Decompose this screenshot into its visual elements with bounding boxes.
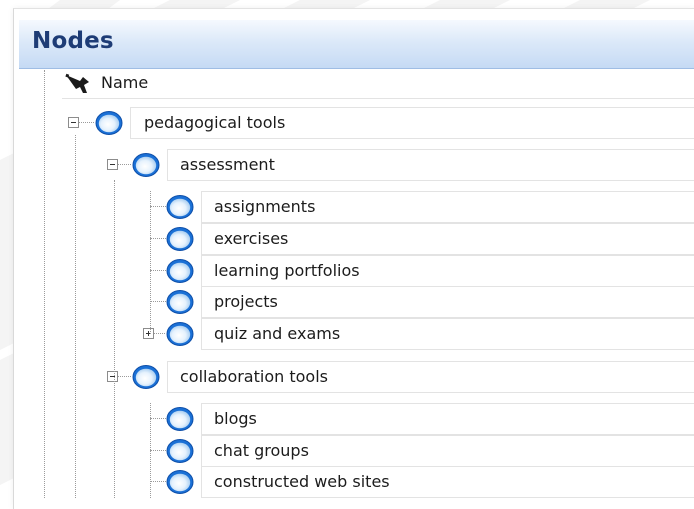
tree-node-row[interactable]: pedagogical tools: [130, 107, 694, 139]
blue-circle-icon: [166, 290, 194, 314]
blue-circle-icon: [166, 259, 194, 283]
blue-circle-icon: [166, 195, 194, 219]
tree-connector: [150, 418, 166, 419]
tree-connector: [118, 164, 131, 165]
tree-node-row[interactable]: chat groups: [201, 435, 694, 467]
tree-node-label: assessment: [180, 155, 275, 174]
tree-node-label: blogs: [214, 409, 257, 428]
tree-node-label: exercises: [214, 229, 289, 248]
tree-guide: [150, 191, 151, 334]
tree-node-row[interactable]: constructed web sites: [201, 466, 694, 498]
tree-node-row[interactable]: exercises: [201, 223, 694, 255]
tree-node-label: projects: [214, 292, 278, 311]
tree-connector: [79, 122, 94, 123]
tree-connector: [150, 206, 166, 207]
tree-node-row[interactable]: blogs: [201, 403, 694, 435]
minus-box-icon[interactable]: [68, 117, 79, 128]
tree-guide-root: [75, 135, 76, 498]
tree-connector: [118, 376, 131, 377]
column-header-name: Name: [101, 73, 149, 92]
tree-guide: [150, 403, 151, 498]
tree-connector: [150, 270, 166, 271]
tree-node-row[interactable]: quiz and exams: [201, 318, 694, 350]
tree-guide-outer: [44, 70, 45, 498]
blue-circle-icon: [166, 322, 194, 346]
panel-title: Nodes: [32, 28, 114, 54]
blue-circle-icon: [166, 407, 194, 431]
tree-node-label: chat groups: [214, 441, 309, 460]
tree-node-label: pedagogical tools: [144, 113, 286, 132]
tree-connector: [150, 481, 166, 482]
pushpin-icon: [65, 73, 89, 93]
panel-title-bar: Nodes: [19, 20, 694, 69]
minus-box-icon[interactable]: [107, 371, 118, 382]
tree-node-label: learning portfolios: [214, 261, 360, 280]
tree-node-row[interactable]: assignments: [201, 191, 694, 223]
column-header-row[interactable]: Name: [62, 70, 694, 99]
tree-connector: [150, 450, 166, 451]
blue-circle-icon: [166, 470, 194, 494]
tree-connector: [150, 301, 166, 302]
blue-circle-icon: [166, 227, 194, 251]
blue-circle-icon: [132, 365, 160, 389]
tree-connector: [150, 238, 166, 239]
tree-node-label: collaboration tools: [180, 367, 328, 386]
tree-node-row[interactable]: assessment: [167, 149, 694, 181]
tree-node-label: constructed web sites: [214, 472, 390, 491]
blue-circle-icon: [95, 111, 123, 135]
tree-connector: [154, 333, 165, 334]
blue-circle-icon: [132, 153, 160, 177]
tree-node-label: assignments: [214, 197, 316, 216]
tree-node-row[interactable]: learning portfolios: [201, 255, 694, 287]
tree-node-row[interactable]: collaboration tools: [167, 361, 694, 393]
tree-node-row[interactable]: projects: [201, 286, 694, 318]
tree-node-label: quiz and exams: [214, 324, 341, 343]
plus-box-icon[interactable]: [143, 328, 154, 339]
tree-guide: [114, 180, 115, 498]
minus-box-icon[interactable]: [107, 159, 118, 170]
blue-circle-icon: [166, 439, 194, 463]
